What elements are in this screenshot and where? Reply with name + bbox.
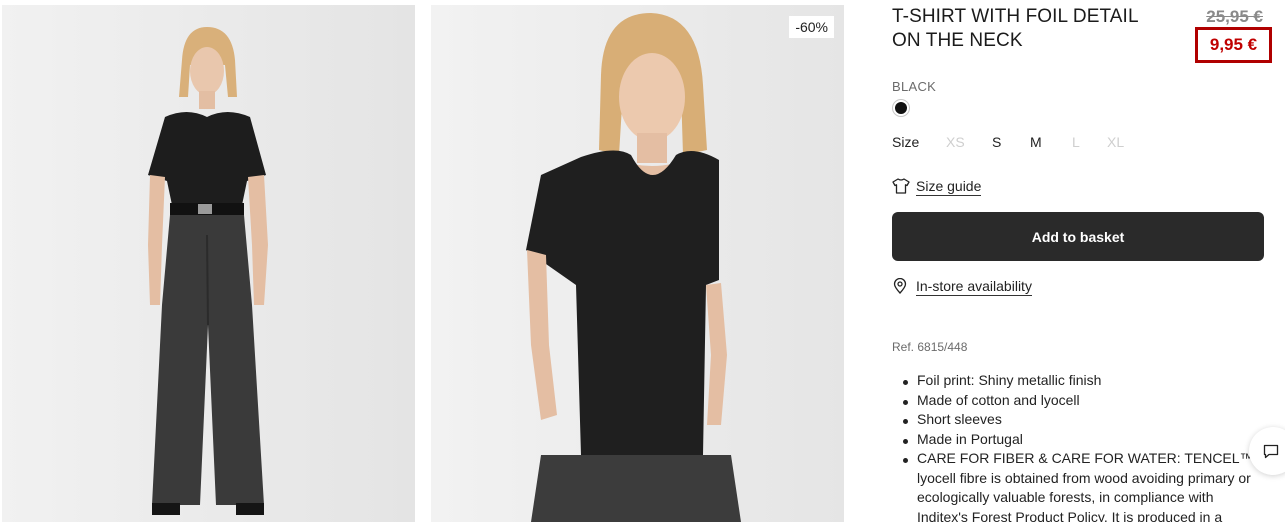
sale-price-highlight: 9,95 € [1195,27,1272,63]
size-option-m[interactable]: M [1030,134,1042,150]
product-info-panel: T-SHIRT WITH FOIL DETAIL ON THE NECK 25,… [892,0,1272,522]
discount-badge: -60% [789,16,834,38]
product-reference: Ref. 6815/448 [892,340,968,354]
location-pin-icon [893,278,907,294]
size-option-s[interactable]: S [992,134,1001,150]
sale-price: 9,95 € [1209,35,1258,54]
size-option-xs[interactable]: XS [946,134,965,150]
feature-item: Made in Portugal [892,430,1267,450]
add-to-basket-button[interactable]: Add to basket [892,212,1264,261]
swatch-dot [895,102,907,114]
product-photo-full-body[interactable] [2,5,415,522]
size-guide-label: Size guide [916,178,982,196]
color-name: BLACK [892,79,937,94]
size-option-xl[interactable]: XL [1107,134,1124,150]
feature-list: Foil print: Shiny metallic finish Made o… [892,371,1267,522]
original-price: 25,95 € [1206,7,1263,26]
color-swatch-black[interactable] [892,99,910,117]
size-option-l[interactable]: L [1072,134,1080,150]
product-title: T-SHIRT WITH FOIL DETAIL ON THE NECK [892,6,1138,51]
tshirt-icon [892,178,910,194]
feature-item: CARE FOR FIBER & CARE FOR WATER: TENCEL™… [892,449,1267,522]
feature-item: Made of cotton and lyocell [892,391,1267,411]
feature-item: Foil print: Shiny metallic finish [892,371,1267,391]
feature-item: Short sleeves [892,410,1267,430]
size-label: Size [892,134,920,150]
in-store-availability-label: In-store availability [916,278,1032,296]
product-photo-closeup[interactable]: -60% [431,5,844,522]
chat-icon [1263,444,1279,458]
